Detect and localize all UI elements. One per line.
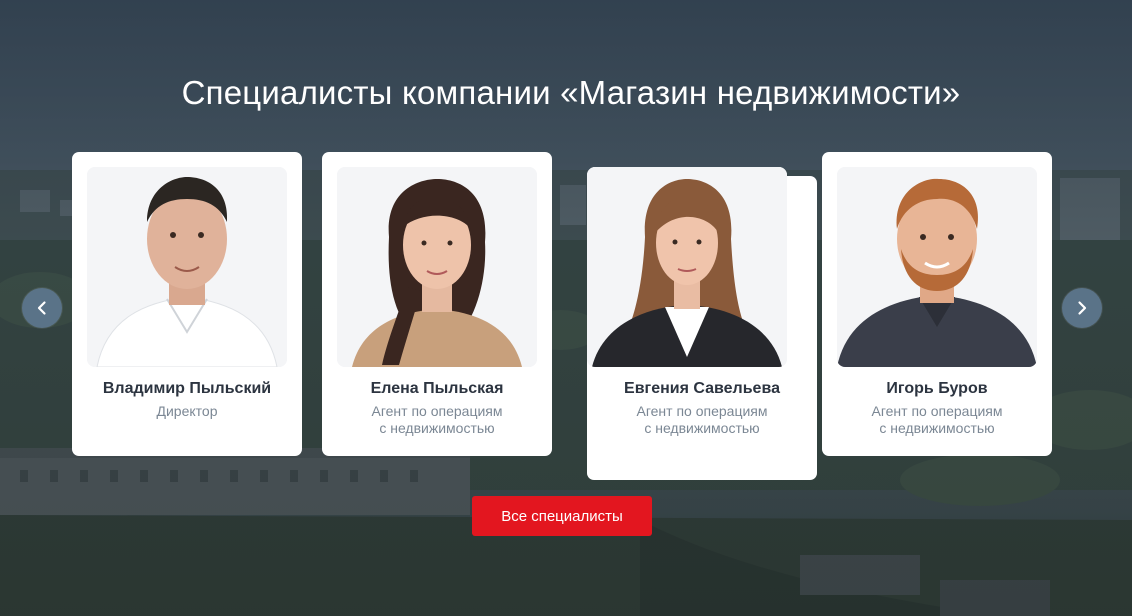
specialist-photo bbox=[837, 167, 1037, 367]
specialist-role: Агент по операциям с недвижимостью bbox=[342, 403, 532, 437]
all-specialists-button[interactable]: Все специалисты bbox=[472, 496, 652, 536]
specialist-name: Владимир Пыльский bbox=[102, 380, 272, 397]
role-line: Агент по операциям bbox=[371, 403, 503, 419]
role-line: с недвижимостью bbox=[644, 420, 760, 436]
chevron-right-icon bbox=[1078, 301, 1087, 315]
specialist-role: Директор bbox=[92, 403, 282, 420]
specialist-role: Агент по операциям с недвижимостью bbox=[607, 403, 797, 437]
specialist-name: Игорь Буров bbox=[886, 380, 988, 397]
role-line: Директор bbox=[156, 403, 218, 419]
specialist-name: Евгения Савельева bbox=[624, 380, 780, 397]
specialist-photo bbox=[87, 167, 287, 367]
specialist-card[interactable]: Владимир Пыльский Директор bbox=[72, 152, 302, 456]
specialist-role: Агент по операциям с недвижимостью bbox=[842, 403, 1032, 437]
specialist-card[interactable]: Елена Пыльская Агент по операциям с недв… bbox=[322, 152, 552, 456]
role-line: с недвижимостью bbox=[879, 420, 995, 436]
section-title: Специалисты компании «Магазин недвижимос… bbox=[181, 74, 961, 111]
specialist-photo bbox=[587, 167, 787, 367]
chevron-left-icon bbox=[37, 301, 46, 315]
carousel-prev-button[interactable] bbox=[22, 288, 62, 328]
specialist-card[interactable]: Игорь Буров Агент по операциям с недвижи… bbox=[822, 152, 1052, 456]
role-line: Агент по операциям bbox=[871, 403, 1003, 419]
specialist-name: Елена Пыльская bbox=[370, 380, 504, 397]
role-line: Агент по операциям bbox=[636, 403, 768, 419]
carousel-next-button[interactable] bbox=[1062, 288, 1102, 328]
specialist-photo bbox=[337, 167, 537, 367]
specialist-card[interactable]: Евгения Савельева Агент по операциям с н… bbox=[587, 167, 817, 480]
role-line: с недвижимостью bbox=[379, 420, 495, 436]
